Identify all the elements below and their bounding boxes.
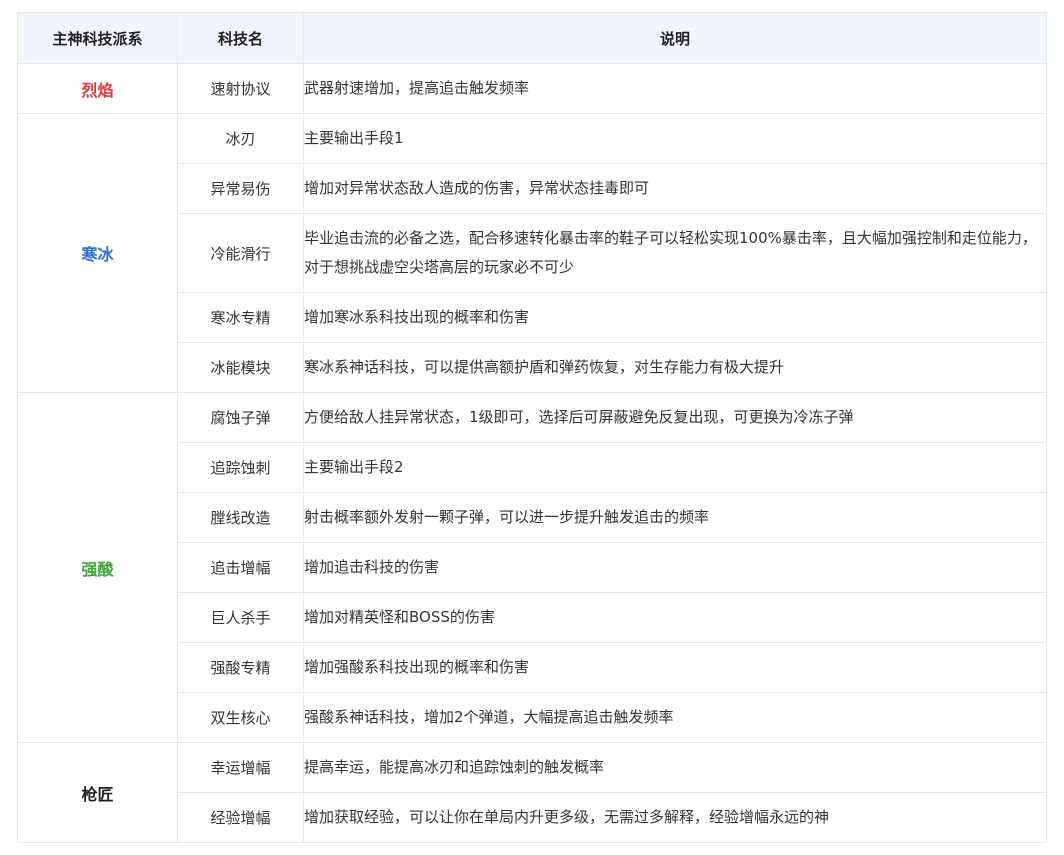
table-row: 烈焰 速射协议 武器射速增加，提高追击触发频率 xyxy=(17,63,1047,114)
tech-name: 异常易伤 xyxy=(177,163,304,214)
tech-name: 经验增幅 xyxy=(177,792,304,843)
tech-name: 速射协议 xyxy=(177,63,304,114)
tech-table: 主神科技派系 科技名 说明 烈焰 速射协议 武器射速增加，提高追击触发频率 寒冰… xyxy=(17,12,1047,843)
tech-name: 冰刃 xyxy=(177,113,304,164)
tech-name: 强酸专精 xyxy=(177,642,304,693)
tech-name: 追踪蚀刺 xyxy=(177,442,304,493)
tech-description: 主要输出手段2 xyxy=(303,442,1047,493)
tech-description: 射击概率额外发射一颗子弹，可以进一步提升触发追击的频率 xyxy=(303,492,1047,543)
tech-description: 方便给敌人挂异常状态，1级即可，选择后可屏蔽避免反复出现，可更换为冷冻子弹 xyxy=(303,392,1047,443)
tech-description: 毕业追击流的必备之选，配合移速转化暴击率的鞋子可以轻松实现100%暴击率，且大幅… xyxy=(303,213,1047,293)
tech-name: 冷能滑行 xyxy=(177,213,304,293)
tech-description: 寒冰系神话科技，可以提供高额护盾和弹药恢复，对生存能力有极大提升 xyxy=(303,342,1047,393)
tech-name: 膛线改造 xyxy=(177,492,304,543)
tech-description: 强酸系神话科技，增加2个弹道，大幅提高追击触发频率 xyxy=(303,692,1047,743)
tech-description: 增加寒冰系科技出现的概率和伤害 xyxy=(303,292,1047,343)
header-school: 主神科技派系 xyxy=(17,12,178,64)
tech-description: 增加强酸系科技出现的概率和伤害 xyxy=(303,642,1047,693)
table-row: 寒冰 冰刃 主要输出手段1 xyxy=(17,113,1047,393)
table-row: 枪匠 幸运增幅 提高幸运，能提高冰刃和追踪蚀刺的触发概率 xyxy=(17,742,1047,843)
tech-description: 主要输出手段1 xyxy=(303,113,1047,164)
tech-description: 增加获取经验，可以让你在单局内升更多级，无需过多解释，经验增幅永远的神 xyxy=(303,792,1047,843)
school-ice: 寒冰 xyxy=(17,113,178,393)
tech-name: 追击增幅 xyxy=(177,542,304,593)
school-gunsmith: 枪匠 xyxy=(17,742,178,843)
tech-name: 幸运增幅 xyxy=(177,742,304,793)
tech-description: 提高幸运，能提高冰刃和追踪蚀刺的触发概率 xyxy=(303,742,1047,793)
header-row: 主神科技派系 科技名 说明 xyxy=(17,12,1047,64)
school-acid: 强酸 xyxy=(17,392,178,743)
tech-name: 寒冰专精 xyxy=(177,292,304,343)
header-tech-name: 科技名 xyxy=(177,12,304,64)
tech-description: 增加追击科技的伤害 xyxy=(303,542,1047,593)
tech-name: 冰能模块 xyxy=(177,342,304,393)
tech-name: 双生核心 xyxy=(177,692,304,743)
tech-name: 腐蚀子弹 xyxy=(177,392,304,443)
tech-description: 增加对异常状态敌人造成的伤害，异常状态挂毒即可 xyxy=(303,163,1047,214)
tech-name: 巨人杀手 xyxy=(177,592,304,643)
school-fire: 烈焰 xyxy=(17,63,178,114)
tech-description: 增加对精英怪和BOSS的伤害 xyxy=(303,592,1047,643)
header-description: 说明 xyxy=(303,12,1047,64)
table-row: 强酸 腐蚀子弹 方便给敌人挂异常状态，1级即可，选择后可屏蔽避免反复出现，可更换… xyxy=(17,392,1047,743)
tech-description: 武器射速增加，提高追击触发频率 xyxy=(303,63,1047,114)
